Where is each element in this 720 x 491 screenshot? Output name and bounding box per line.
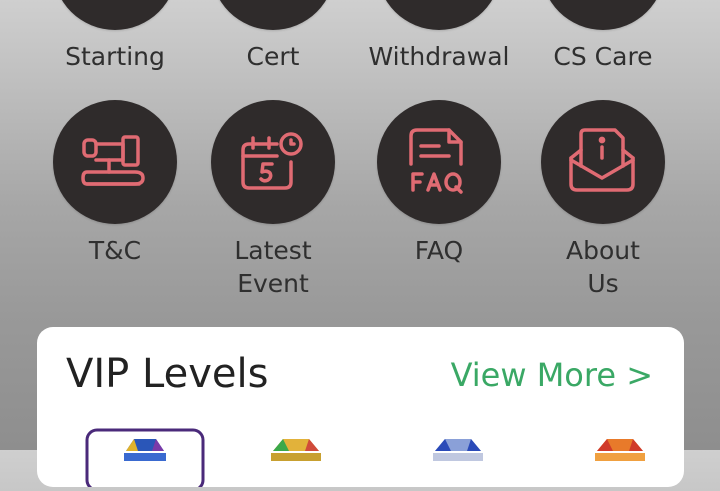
menu-label: Cert [246,42,300,71]
starting-icon [53,0,177,30]
vip-badge-3[interactable] [399,427,521,487]
menu-label: FAQ [414,236,464,265]
withdrawal-icon [377,0,501,30]
menu-grid: Starting Cert Withdrawal CS Care T&C Lat… [0,0,720,320]
menu-label: Latest Event [234,236,312,298]
vip-levels-title: VIP Levels [66,351,269,397]
cs-care-icon [541,0,665,30]
gavel-icon [53,100,177,224]
vip-badge-1[interactable] [84,427,206,491]
calendar-icon [211,100,335,224]
menu-label: About Us [566,236,640,298]
vip-levels-card: VIP Levels View More > [37,327,684,491]
info-envelope-icon [541,100,665,224]
faq-icon [377,100,501,224]
menu-label: Withdrawal [368,42,510,71]
view-more-link[interactable]: View More > [451,355,653,395]
menu-label: T&C [88,236,142,265]
menu-label: Starting [65,42,165,71]
menu-label: CS Care [553,42,653,71]
cert-icon [211,0,335,30]
vip-badge-2[interactable] [235,427,357,487]
vip-badge-4[interactable] [561,427,683,487]
